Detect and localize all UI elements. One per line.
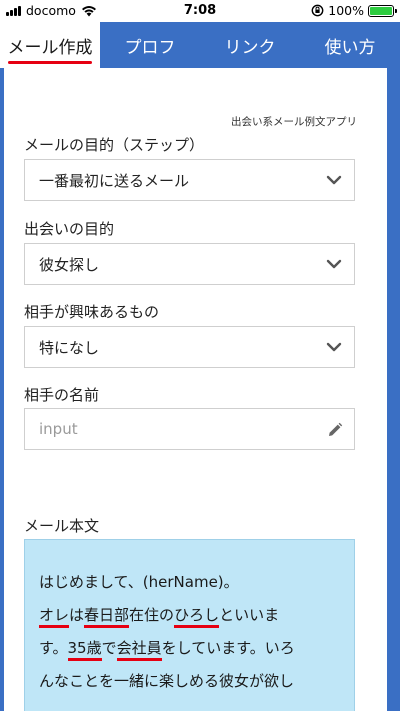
- highlight-self[interactable]: オレ: [39, 606, 70, 628]
- tab-mail-compose[interactable]: メール作成: [0, 22, 100, 68]
- tab-label: 使い方: [324, 37, 376, 58]
- mail-body-label: メール本文: [24, 517, 100, 535]
- name-input[interactable]: input: [24, 408, 355, 450]
- mail-line-1: はじめまして、(herName)。: [39, 573, 239, 591]
- tab-links[interactable]: リンク: [200, 22, 300, 68]
- mail-body[interactable]: はじめまして、(herName)。 オレは春日部在住のひろしといいま す。35歳…: [24, 539, 355, 711]
- highlight-name[interactable]: ひろし: [174, 606, 220, 628]
- name-label: 相手の名前: [24, 386, 100, 404]
- mail-text: 在住の: [129, 606, 175, 624]
- mail-line-2: オレは春日部在住のひろしといいま: [39, 599, 340, 632]
- battery-percent: 100%: [328, 3, 364, 18]
- goal-label: 出会いの目的: [24, 220, 115, 238]
- interest-select[interactable]: 特になし: [24, 326, 355, 368]
- pencil-icon: [329, 422, 343, 436]
- battery-icon: [368, 4, 397, 17]
- rotation-lock-icon: [311, 4, 324, 17]
- tab-label: プロフ: [124, 37, 176, 58]
- purpose-label: メールの目的（ステップ）: [24, 136, 205, 154]
- highlight-age[interactable]: 35歳: [67, 639, 102, 661]
- highlight-job[interactable]: 会社員: [116, 639, 162, 661]
- frame-right: [387, 68, 400, 711]
- chevron-down-icon: [326, 175, 342, 185]
- mail-text: は: [69, 606, 85, 624]
- main-content: 出会い系メール例文アプリ メールの目的（ステップ） 一番最初に送るメール 出会い…: [4, 68, 387, 711]
- purpose-select[interactable]: 一番最初に送るメール: [24, 159, 355, 201]
- purpose-value: 一番最初に送るメール: [39, 171, 190, 190]
- chevron-down-icon: [326, 259, 342, 269]
- mail-text: といいま: [219, 606, 280, 624]
- tab-bar: メール作成 プロフ リンク 使い方: [0, 22, 400, 68]
- mail-text: をしています。いろ: [161, 639, 295, 657]
- mail-line-4: んなことを一緒に楽しめる彼女が欲し: [39, 672, 295, 690]
- mail-line-3: す。35歳で会社員をしています。いろ: [39, 632, 340, 665]
- mail-text: す。: [39, 639, 68, 657]
- goal-value: 彼女探し: [39, 255, 100, 274]
- goal-select[interactable]: 彼女探し: [24, 243, 355, 285]
- tab-label: リンク: [224, 37, 276, 58]
- tab-label: メール作成: [7, 37, 93, 58]
- status-right: 100%: [311, 3, 397, 18]
- interest-value: 特になし: [39, 338, 100, 357]
- interest-label: 相手が興味あるもの: [24, 303, 160, 321]
- app-caption: 出会い系メール例文アプリ: [231, 116, 357, 128]
- tab-profile[interactable]: プロフ: [100, 22, 200, 68]
- chevron-down-icon: [326, 342, 342, 352]
- highlight-residence[interactable]: 春日部: [84, 606, 130, 628]
- mail-text: で: [101, 639, 117, 657]
- name-placeholder: input: [39, 420, 78, 438]
- tab-how-to-use[interactable]: 使い方: [300, 22, 400, 68]
- status-bar: docomo 7:08 100%: [0, 0, 400, 22]
- battery-fill: [370, 6, 392, 15]
